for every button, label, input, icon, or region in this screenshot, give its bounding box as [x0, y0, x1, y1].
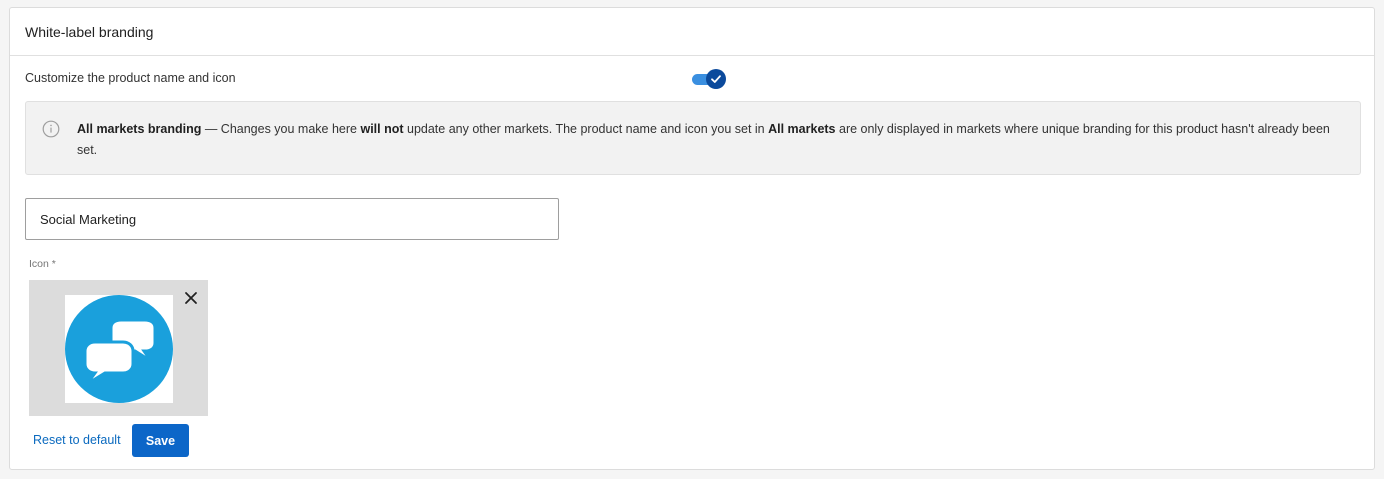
- alert-bold-2: All markets: [768, 122, 836, 136]
- info-alert: All markets branding — Changes you make …: [25, 101, 1361, 175]
- alert-message: All markets branding — Changes you make …: [77, 119, 1347, 161]
- product-name-input[interactable]: [25, 198, 559, 240]
- card-header: White-label branding: [10, 8, 1374, 56]
- alert-title: All markets branding: [77, 122, 202, 136]
- customize-row: Customize the product name and icon: [25, 68, 740, 90]
- card-title: White-label branding: [25, 23, 154, 40]
- alert-text-1: Changes you make here: [220, 122, 361, 136]
- icon-preview: [29, 280, 208, 416]
- remove-icon-button[interactable]: [183, 290, 199, 306]
- alert-bold-1: will not: [360, 122, 404, 136]
- customize-toggle[interactable]: [692, 69, 728, 89]
- info-circle-icon: [42, 120, 60, 138]
- product-icon-image: [65, 295, 173, 403]
- reset-to-default-link[interactable]: Reset to default: [33, 433, 121, 447]
- alert-dash: —: [201, 122, 221, 136]
- toggle-knob: [706, 69, 726, 89]
- close-icon: [185, 292, 197, 304]
- speech-bubbles-icon: [65, 295, 173, 403]
- white-label-branding-card: White-label branding Customize the produ…: [9, 7, 1375, 470]
- customize-label: Customize the product name and icon: [25, 71, 236, 85]
- checkmark-icon: [711, 75, 721, 83]
- icon-field-label: Icon *: [29, 258, 56, 270]
- alert-text-2: update any other markets. The product na…: [403, 122, 769, 136]
- save-button[interactable]: Save: [132, 424, 189, 457]
